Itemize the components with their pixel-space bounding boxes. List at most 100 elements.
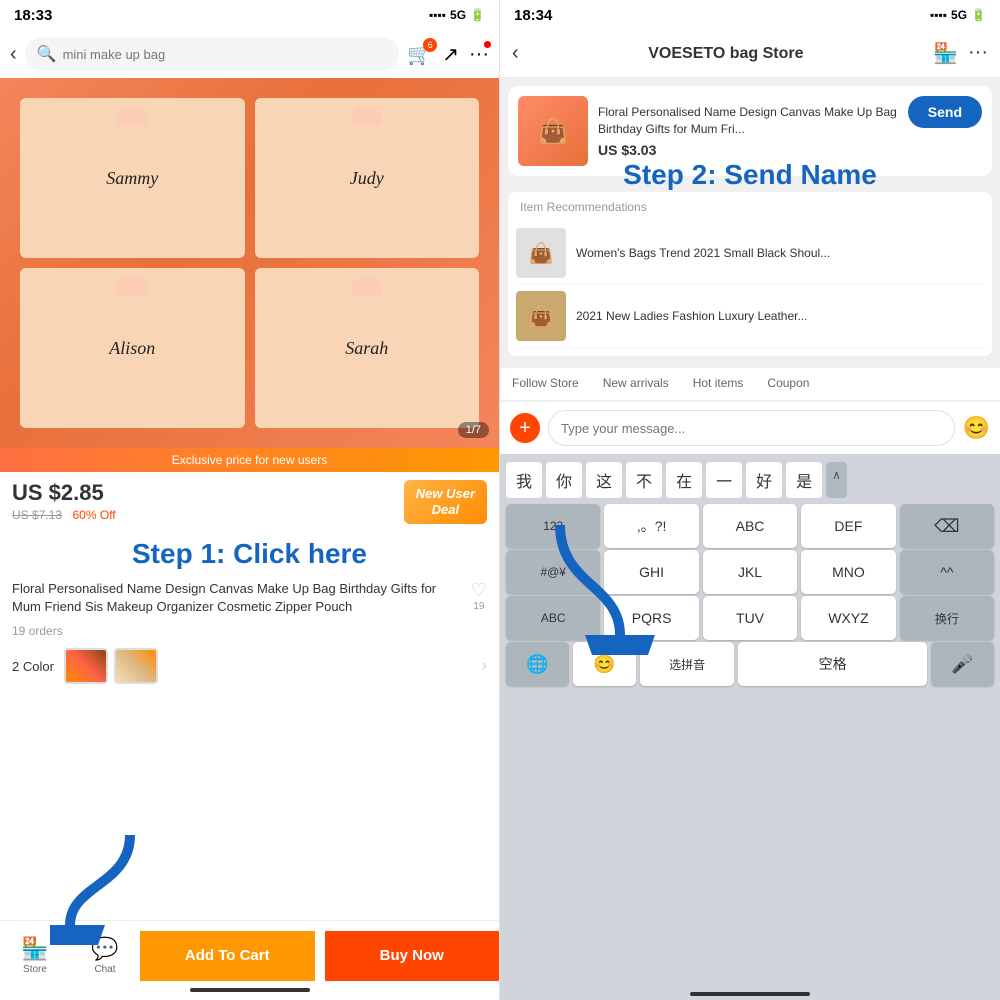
product-thumb: 👜 — [518, 96, 588, 166]
message-input[interactable] — [548, 410, 955, 446]
color-section: 2 Color › — [0, 642, 499, 690]
cart-icon-wrapper[interactable]: 🛒 6 — [407, 42, 432, 67]
current-price: US $2.85 — [12, 480, 116, 506]
tab-new-arrivals[interactable]: New arrivals — [591, 368, 681, 400]
key-ghi[interactable]: GHI — [604, 550, 698, 594]
new-user-deal: New UserDeal — [404, 480, 487, 523]
keyboard-row-3: ABC PQRS TUV WXYZ 换行 — [504, 596, 996, 640]
emoji-button[interactable]: 😊 — [963, 415, 990, 441]
more-icon[interactable]: ··· — [469, 43, 489, 66]
exclusive-banner: Exclusive price for new users — [0, 448, 499, 472]
original-price-row: US $7.13 60% Off — [12, 506, 116, 524]
battery-icon-right: 🔋 — [971, 8, 986, 22]
add-to-cart-button[interactable]: Add To Cart — [140, 931, 315, 981]
cart-badge: 6 — [423, 38, 437, 52]
product-card-chat-title: Floral Personalised Name Design Canvas M… — [598, 104, 898, 138]
store-icon: 🏪 — [21, 936, 48, 962]
chevron-up-icon[interactable]: ∧ — [826, 462, 847, 498]
rec-item-0: 👜 Women's Bags Trend 2021 Small Black Sh… — [516, 222, 984, 285]
key-globe[interactable]: 🌐 — [506, 642, 569, 686]
product-title-section: Floral Personalised Name Design Canvas M… — [0, 576, 499, 620]
key-123[interactable]: 123 — [506, 504, 600, 548]
rec-section-title: Item Recommendations — [516, 200, 984, 214]
key-punct[interactable]: ,。?! — [604, 504, 698, 548]
quick-phrase-5[interactable]: 一 — [706, 462, 742, 498]
key-huanhang[interactable]: 换行 — [900, 596, 994, 640]
key-mno[interactable]: MNO — [801, 550, 895, 594]
color-swatch-beige[interactable] — [114, 648, 158, 684]
send-button[interactable]: Send — [908, 96, 982, 128]
rec-item-title-1: 2021 New Ladies Fashion Luxury Leather..… — [576, 308, 984, 325]
bag-item-sarah: Sarah — [255, 268, 480, 428]
store-nav-item[interactable]: 🏪 Store — [0, 936, 70, 985]
key-symbols[interactable]: #@¥ — [506, 550, 600, 594]
quick-phrase-2[interactable]: 这 — [586, 462, 622, 498]
back-button-right[interactable]: ‹ — [512, 42, 519, 65]
recommendations-section: Item Recommendations 👜 Women's Bags Tren… — [508, 192, 992, 356]
keyboard-row-1: 123 ,。?! ABC DEF ⌫ — [504, 504, 996, 548]
status-icons-left: ▪▪▪▪ 5G 🔋 — [429, 8, 485, 22]
tab-follow-store[interactable]: Follow Store — [500, 368, 591, 400]
right-panel: 18:34 ▪▪▪▪ 5G 🔋 ‹ VOESETO bag Store 🏪 ··… — [500, 0, 1000, 1000]
network-type-left: 5G — [450, 8, 466, 22]
key-jkl[interactable]: JKL — [703, 550, 797, 594]
key-mic[interactable]: 🎤 — [931, 642, 994, 686]
key-tuv[interactable]: TUV — [703, 596, 797, 640]
store-shop-icon[interactable]: 🏪 — [933, 41, 958, 66]
step1-label: Step 1: Click here — [0, 532, 499, 576]
back-button-left[interactable]: ‹ — [10, 43, 17, 66]
discount-tag: 60% Off — [73, 508, 116, 522]
heart-icon: ♡ — [471, 580, 487, 601]
quick-phrase-6[interactable]: 好 — [746, 462, 782, 498]
key-emoji-kb[interactable]: 😊 — [573, 642, 636, 686]
key-pqrs[interactable]: PQRS — [604, 596, 698, 640]
quick-phrase-0[interactable]: 我 — [506, 462, 542, 498]
left-panel: 18:33 ▪▪▪▪ 5G 🔋 ‹ 🔍 🛒 6 ↗ ··· — [0, 0, 500, 1000]
tab-hot-items[interactable]: Hot items — [681, 368, 756, 400]
keyboard-row-4: 🌐 😊 选拼音 空格 🎤 — [504, 642, 996, 686]
right-top-nav: ‹ VOESETO bag Store 🏪 ··· — [500, 30, 1000, 78]
original-price: US $7.13 — [12, 508, 62, 522]
bag-item-judy: Judy — [255, 98, 480, 258]
search-input[interactable] — [63, 47, 388, 62]
bag-item-sammy: Sammy — [20, 98, 245, 258]
store-tabs: Follow Store New arrivals Hot items Coup… — [500, 368, 1000, 401]
rec-thumb-1: 👜 — [516, 291, 566, 341]
share-icon[interactable]: ↗ — [442, 42, 459, 67]
product-title: Floral Personalised Name Design Canvas M… — [12, 580, 471, 616]
signal-bars-right: ▪▪▪▪ — [930, 8, 947, 22]
key-delete[interactable]: ⌫ — [900, 504, 994, 548]
key-abc-row1[interactable]: ABC — [703, 504, 797, 548]
more-icon-right[interactable]: ··· — [968, 41, 988, 66]
key-xuanpinyin[interactable]: 选拼音 — [640, 642, 734, 686]
tab-coupon[interactable]: Coupon — [755, 368, 821, 400]
color-swatches — [64, 648, 482, 684]
key-def[interactable]: DEF — [801, 504, 895, 548]
key-carets[interactable]: ^^ — [900, 550, 994, 594]
price-left: US $2.85 US $7.13 60% Off — [12, 480, 116, 524]
wishlist-button[interactable]: ♡ 19 — [471, 580, 487, 612]
product-card-price: US $3.03 — [598, 142, 898, 158]
quick-phrase-1[interactable]: 你 — [546, 462, 582, 498]
nav-icons: 🛒 6 ↗ ··· — [407, 42, 489, 67]
search-bar[interactable]: 🔍 — [25, 37, 400, 71]
buy-now-button[interactable]: Buy Now — [325, 931, 500, 981]
plus-button[interactable]: + — [510, 413, 540, 443]
product-card-chat: 👜 Floral Personalised Name Design Canvas… — [508, 86, 992, 176]
page-indicator: 1/7 — [458, 422, 489, 438]
key-abc-row3[interactable]: ABC — [506, 596, 600, 640]
key-space[interactable]: 空格 — [738, 642, 927, 686]
quick-phrase-4[interactable]: 在 — [666, 462, 702, 498]
quick-phrase-3[interactable]: 不 — [626, 462, 662, 498]
quick-phrases-row: 我 你 这 不 在 一 好 是 ∧ — [504, 462, 996, 502]
keyboard-area: 我 你 这 不 在 一 好 是 ∧ 123 ,。?! ABC DEF ⌫ #@¥… — [500, 454, 1000, 1000]
rec-item-title-0: Women's Bags Trend 2021 Small Black Shou… — [576, 245, 984, 262]
chat-nav-item[interactable]: 💬 Chat — [70, 936, 140, 985]
color-swatch-orange[interactable] — [64, 648, 108, 684]
status-icons-right: ▪▪▪▪ 5G 🔋 — [930, 8, 986, 22]
status-bar-left: 18:33 ▪▪▪▪ 5G 🔋 — [0, 0, 499, 30]
key-wxyz[interactable]: WXYZ — [801, 596, 895, 640]
status-bar-right: 18:34 ▪▪▪▪ 5G 🔋 — [500, 0, 1000, 30]
keyboard-row-2: #@¥ GHI JKL MNO ^^ — [504, 550, 996, 594]
quick-phrase-7[interactable]: 是 — [786, 462, 822, 498]
